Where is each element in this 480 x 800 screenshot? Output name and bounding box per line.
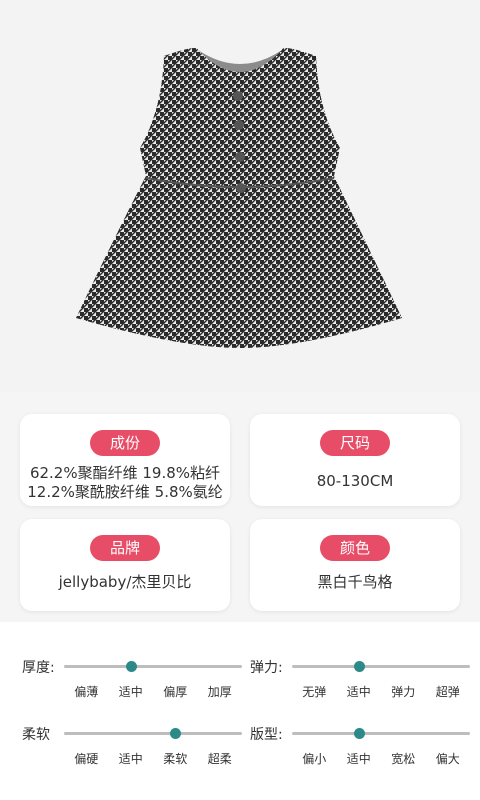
brand-title: 品牌 [89, 535, 160, 561]
thickness-knob [125, 661, 137, 672]
color-title: 颜色 [319, 535, 390, 561]
softness-label: 柔软 [22, 727, 50, 743]
fit-slider [292, 728, 470, 739]
size-value: 80-130CM [316, 472, 394, 490]
composition-title: 成份 [89, 430, 160, 456]
softness-knob [170, 728, 182, 739]
fit-option: 宽松 [391, 752, 416, 766]
softness-option: 适中 [118, 752, 143, 766]
elasticity-option: 超弹 [435, 685, 460, 699]
softness-option: 偏硬 [74, 752, 99, 766]
color-card: 颜色 黑白千鸟格 [250, 519, 460, 611]
elasticity-slider [292, 661, 470, 672]
fit-rating: 版型: 偏小 适中 宽松 偏大 [250, 724, 470, 774]
elasticity-option: 无弹 [302, 685, 327, 699]
softness-option: 柔软 [163, 752, 188, 766]
fit-option: 偏小 [302, 752, 327, 766]
fit-option: 适中 [346, 752, 371, 766]
thickness-label: 厚度: [22, 660, 55, 676]
thickness-option: 加厚 [207, 685, 232, 699]
softness-rating: 柔软 偏硬 适中 柔软 超柔 [22, 724, 242, 774]
fit-knob [353, 728, 365, 739]
size-title: 尺码 [319, 430, 390, 456]
size-card: 尺码 80-130CM [250, 414, 460, 506]
composition-line-1: 62.2%聚酯纤维 19.8%粘纤 [29, 464, 221, 482]
fit-option: 偏大 [435, 752, 460, 766]
thickness-option: 适中 [118, 685, 143, 699]
elasticity-option: 适中 [346, 685, 371, 699]
softness-slider [64, 728, 242, 739]
houndstooth-sleeveless-dress-icon [76, 48, 402, 348]
elasticity-rating: 弹力: 无弹 适中 弹力 超弹 [250, 657, 470, 707]
composition-line-2: 12.2%聚酰胺纤维 5.8%氨纶 [27, 483, 223, 501]
color-value: 黑白千鸟格 [317, 573, 393, 591]
brand-card: 品牌 jellybaby/杰里贝比 [20, 519, 230, 611]
thickness-rating: 厚度: 偏薄 适中 偏厚 加厚 [22, 657, 242, 707]
composition-card: 成份 62.2%聚酯纤维 19.8%粘纤 12.2%聚酰胺纤维 5.8%氨纶 [20, 414, 230, 506]
thickness-slider [64, 661, 242, 672]
thickness-option: 偏厚 [163, 685, 188, 699]
elasticity-label: 弹力: [250, 660, 283, 676]
softness-option: 超柔 [207, 752, 232, 766]
thickness-option: 偏薄 [74, 685, 99, 699]
fit-label: 版型: [250, 727, 283, 743]
brand-value: jellybaby/杰里贝比 [58, 573, 192, 591]
elasticity-knob [353, 661, 365, 672]
elasticity-option: 弹力 [391, 685, 416, 699]
product-image [0, 0, 480, 392]
fabric-ratings: 厚度: 偏薄 适中 偏厚 加厚 弹力: 无弹 适中 弹力 超弹 柔软 偏硬 适中… [0, 622, 480, 800]
attribute-cards: 成份 62.2%聚酯纤维 19.8%粘纤 12.2%聚酰胺纤维 5.8%氨纶 尺… [0, 392, 480, 622]
